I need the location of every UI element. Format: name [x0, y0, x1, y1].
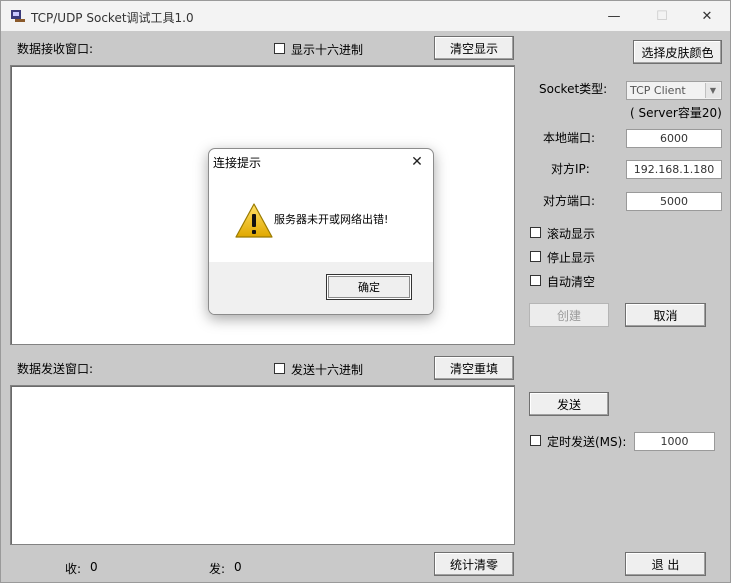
cancel-button[interactable]: 取消: [625, 303, 706, 327]
send-textarea[interactable]: [10, 385, 515, 545]
scroll-display-checkbox[interactable]: [530, 227, 541, 238]
clear-display-button[interactable]: 清空显示: [434, 36, 514, 60]
stop-display-label: 停止显示: [547, 251, 596, 265]
app-icon: [11, 10, 25, 22]
clear-refill-button[interactable]: 清空重填: [434, 356, 514, 380]
show-hex-label: 显示十六进制: [291, 43, 364, 57]
receive-window-label: 数据接收窗口:: [17, 42, 94, 56]
recv-count-value: 0: [90, 560, 98, 574]
select-skin-button[interactable]: 选择皮肤颜色: [633, 40, 722, 64]
app-window: TCP/UDP Socket调试工具1.0 — ☐ ✕ 数据接收窗口: 显示十六…: [0, 0, 731, 583]
send-hex-checkbox[interactable]: [274, 363, 285, 374]
timed-send-interval-input[interactable]: 1000: [634, 432, 715, 451]
send-hex-label: 发送十六进制: [291, 363, 364, 377]
timed-send-label: 定时发送(MS):: [547, 435, 627, 449]
send-count-label: 发:: [209, 562, 226, 576]
show-hex-checkbox[interactable]: [274, 43, 285, 54]
socket-type-select[interactable]: TCP Client ▼: [626, 81, 722, 100]
send-button[interactable]: 发送: [529, 392, 609, 416]
send-count-value: 0: [234, 560, 242, 574]
scroll-display-label: 滚动显示: [547, 227, 596, 241]
local-port-label: 本地端口:: [543, 131, 596, 145]
timed-send-checkbox[interactable]: [530, 435, 541, 446]
exit-button[interactable]: 退 出: [625, 552, 706, 576]
chevron-down-icon[interactable]: ▼: [705, 83, 720, 98]
remote-ip-label: 对方IP:: [551, 162, 590, 176]
connection-alert-dialog: 连接提示 ✕ 服务器未开或网络出错! 确定: [208, 148, 434, 315]
reset-stats-button[interactable]: 统计清零: [434, 552, 514, 576]
ok-button[interactable]: 确定: [326, 274, 412, 300]
auto-clear-label: 自动清空: [547, 275, 596, 289]
create-button[interactable]: 创建: [529, 303, 609, 327]
remote-port-label: 对方端口:: [543, 194, 596, 208]
socket-type-label: Socket类型:: [539, 82, 608, 96]
minimize-button[interactable]: —: [591, 1, 637, 31]
socket-type-value: TCP Client: [630, 84, 686, 97]
dialog-close-icon[interactable]: ✕: [405, 151, 429, 173]
recv-count-label: 收:: [65, 562, 82, 576]
maximize-button[interactable]: ☐: [639, 1, 685, 31]
local-port-input[interactable]: 6000: [626, 129, 722, 148]
stop-display-checkbox[interactable]: [530, 251, 541, 262]
dialog-title: 连接提示: [213, 156, 262, 170]
warning-icon: [235, 203, 273, 238]
close-button[interactable]: ✕: [684, 1, 730, 31]
dialog-footer: 确定: [209, 262, 433, 314]
remote-port-input[interactable]: 5000: [626, 192, 722, 211]
send-window-label: 数据发送窗口:: [17, 362, 94, 376]
window-title: TCP/UDP Socket调试工具1.0: [31, 11, 194, 25]
auto-clear-checkbox[interactable]: [530, 275, 541, 286]
dialog-message: 服务器未开或网络出错!: [274, 213, 389, 226]
server-capacity-label: ( Server容量20): [630, 106, 722, 120]
title-bar: TCP/UDP Socket调试工具1.0 — ☐ ✕: [1, 1, 730, 31]
remote-ip-input[interactable]: 192.168.1.180: [626, 160, 722, 179]
